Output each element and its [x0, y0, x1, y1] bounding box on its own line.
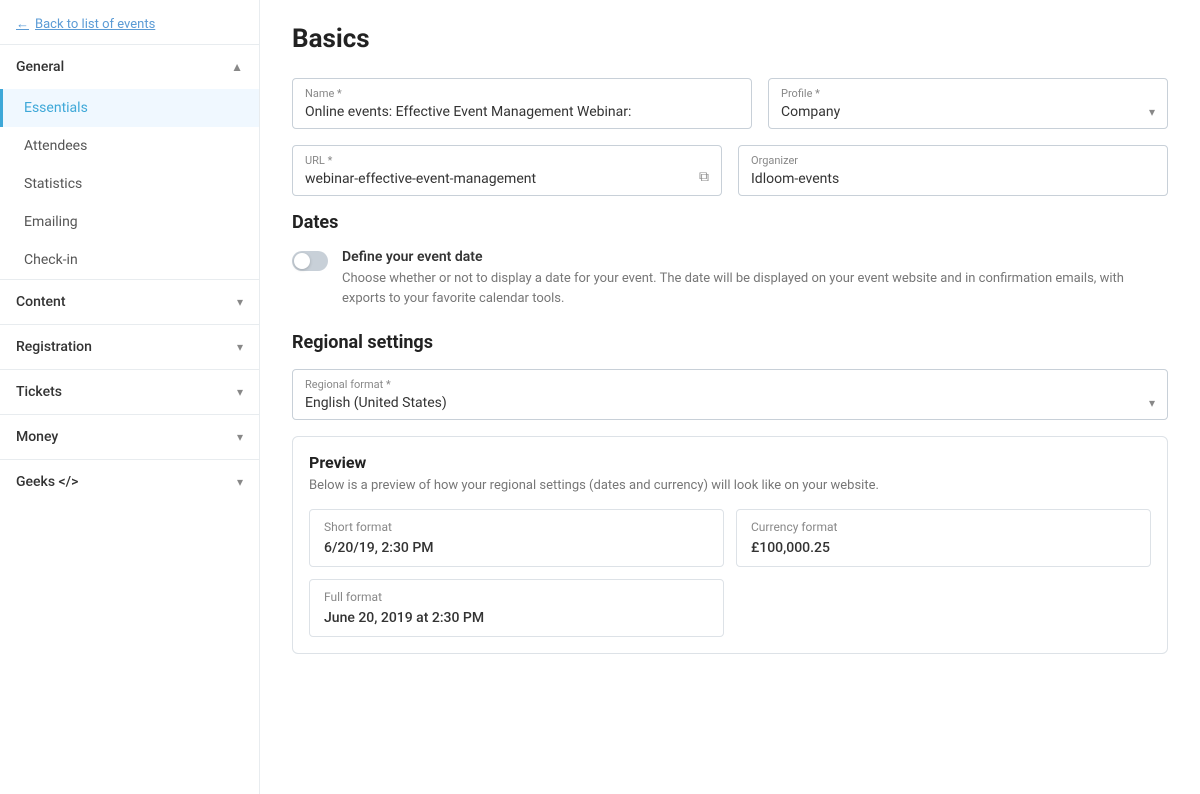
tickets-chevron-icon: ▾ [237, 385, 243, 399]
profile-label: Profile * [781, 87, 840, 100]
regional-format-dropdown[interactable]: Regional format * English (United States… [292, 369, 1168, 420]
page-title: Basics [292, 24, 1168, 54]
registration-section-header[interactable]: Registration ▾ [0, 325, 259, 369]
external-link-icon: ⧉ [699, 169, 709, 185]
registration-label: Registration [16, 339, 92, 355]
back-link-text: Back to list of events [35, 17, 155, 32]
money-chevron-icon: ▾ [237, 430, 243, 444]
preview-grid: Short format 6/20/19, 2:30 PM Currency f… [309, 509, 1151, 637]
content-chevron-icon: ▾ [237, 295, 243, 309]
dates-section: Dates Define your event date Choose whet… [292, 212, 1168, 308]
money-section: Money ▾ [0, 414, 259, 459]
name-profile-row: Name * Online events: Effective Event Ma… [292, 78, 1168, 129]
name-field[interactable]: Name * Online events: Effective Event Ma… [292, 78, 752, 129]
tickets-section-header[interactable]: Tickets ▾ [0, 370, 259, 414]
define-date-row: Define your event date Choose whether or… [292, 249, 1168, 308]
profile-value: Company [781, 104, 840, 120]
profile-field[interactable]: Profile * Company ▾ [768, 78, 1168, 129]
regional-format-chevron-icon: ▾ [1149, 396, 1155, 410]
define-date-text: Define your event date Choose whether or… [342, 249, 1168, 308]
sidebar-item-attendees[interactable]: Attendees [0, 127, 259, 165]
currency-format-label: Currency format [751, 520, 1136, 534]
define-date-toggle[interactable] [292, 251, 328, 271]
general-section: General ▲ Essentials Attendees Statistic… [0, 44, 259, 279]
short-format-label: Short format [324, 520, 709, 534]
general-chevron-icon: ▲ [231, 60, 243, 74]
currency-format-value: £100,000.25 [751, 540, 1136, 556]
sidebar-item-emailing[interactable]: Emailing [0, 203, 259, 241]
toggle-title: Define your event date [342, 249, 1168, 265]
regional-section: Regional settings Regional format * Engl… [292, 332, 1168, 654]
content-label: Content [16, 294, 66, 310]
full-format-label: Full format [324, 590, 709, 604]
back-link[interactable]: ← Back to list of events [0, 0, 259, 44]
content-section: Content ▾ [0, 279, 259, 324]
organizer-field[interactable]: Organizer Idloom-events [738, 145, 1168, 196]
url-field[interactable]: URL * webinar-effective-event-management… [292, 145, 722, 196]
url-label: URL * [305, 154, 709, 167]
sidebar-item-essentials[interactable]: Essentials [0, 89, 259, 127]
full-format-value: June 20, 2019 at 2:30 PM [324, 610, 709, 626]
sidebar: ← Back to list of events General ▲ Essen… [0, 0, 260, 794]
url-value: webinar-effective-event-management [305, 171, 709, 187]
geeks-chevron-icon: ▾ [237, 475, 243, 489]
regional-title: Regional settings [292, 332, 1168, 353]
tickets-label: Tickets [16, 384, 62, 400]
name-value: Online events: Effective Event Managemen… [305, 104, 739, 120]
money-section-header[interactable]: Money ▾ [0, 415, 259, 459]
general-section-header[interactable]: General ▲ [0, 45, 259, 89]
back-arrow-icon: ← [16, 16, 29, 32]
tickets-section: Tickets ▾ [0, 369, 259, 414]
short-format-value: 6/20/19, 2:30 PM [324, 540, 709, 556]
dates-title: Dates [292, 212, 1168, 233]
money-label: Money [16, 429, 58, 445]
sidebar-item-statistics[interactable]: Statistics [0, 165, 259, 203]
organizer-value: Idloom-events [751, 171, 1155, 187]
regional-format-label: Regional format * [305, 378, 447, 391]
general-label: General [16, 59, 64, 75]
currency-format-item: Currency format £100,000.25 [736, 509, 1151, 567]
preview-title: Preview [309, 453, 1151, 472]
registration-section: Registration ▾ [0, 324, 259, 369]
preview-desc: Below is a preview of how your regional … [309, 478, 1151, 493]
short-format-item: Short format 6/20/19, 2:30 PM [309, 509, 724, 567]
regional-format-value: English (United States) [305, 395, 447, 411]
name-label: Name * [305, 87, 739, 100]
toggle-knob [294, 253, 310, 269]
content-section-header[interactable]: Content ▾ [0, 280, 259, 324]
geeks-section: Geeks </> ▾ [0, 459, 259, 504]
preview-box: Preview Below is a preview of how your r… [292, 436, 1168, 654]
main-content: Basics Name * Online events: Effective E… [260, 0, 1200, 794]
organizer-label: Organizer [751, 154, 1155, 167]
sidebar-item-checkin[interactable]: Check-in [0, 241, 259, 279]
url-organizer-row: URL * webinar-effective-event-management… [292, 145, 1168, 196]
toggle-desc: Choose whether or not to display a date … [342, 269, 1168, 308]
profile-dropdown-icon: ▾ [1149, 105, 1155, 119]
registration-chevron-icon: ▾ [237, 340, 243, 354]
full-format-item: Full format June 20, 2019 at 2:30 PM [309, 579, 724, 637]
geeks-section-header[interactable]: Geeks </> ▾ [0, 460, 259, 504]
geeks-label: Geeks </> [16, 474, 78, 490]
